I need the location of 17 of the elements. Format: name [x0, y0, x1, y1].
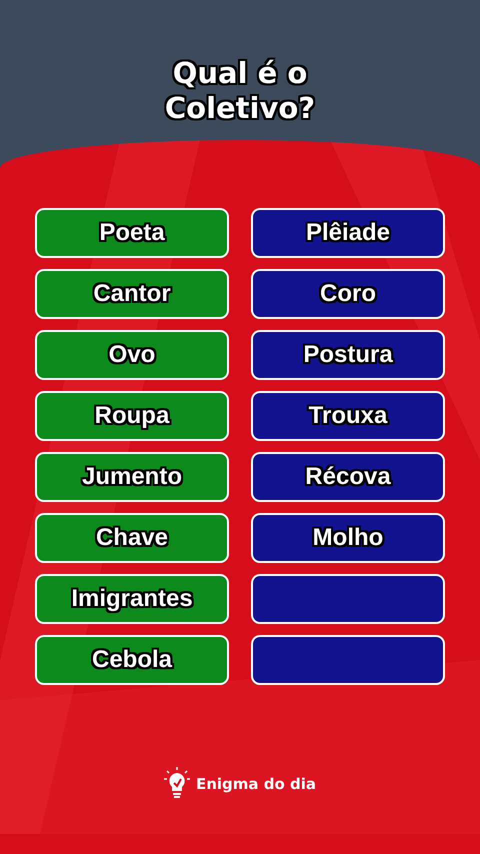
title: Qual é o Coletivo? [164, 56, 316, 126]
answer-tile: Plêiade [251, 208, 445, 258]
answer-tile: Récova [251, 452, 445, 502]
answer-tile: Coro [251, 269, 445, 319]
answer-tile: Postura [251, 330, 445, 380]
word-tile: Imigrantes [35, 574, 229, 624]
word-tile: Roupa [35, 391, 229, 441]
word-tile: Jumento [35, 452, 229, 502]
answer-tile: Molho [251, 513, 445, 563]
lightbulb-icon [164, 767, 190, 801]
word-tile: Poeta [35, 208, 229, 258]
answer-tile: Trouxa [251, 391, 445, 441]
word-tile: Cantor [35, 269, 229, 319]
word-tile: Cebola [35, 635, 229, 685]
word-tile: Chave [35, 513, 229, 563]
brand-name: Enigma do dia [196, 774, 316, 795]
word-tile: Ovo [35, 330, 229, 380]
